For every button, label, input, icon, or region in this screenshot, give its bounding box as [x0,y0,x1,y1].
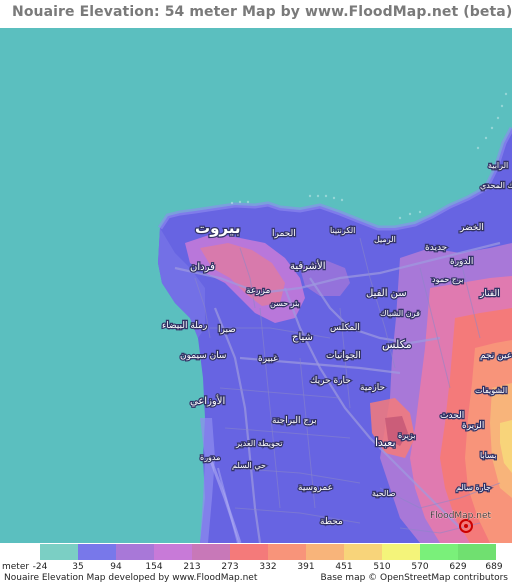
legend-swatch-7 [268,544,306,560]
label-haret-salem: جارة سالم [456,483,491,492]
label-ain-najm: عين نجم [480,351,512,361]
legend-tick: 391 [297,562,315,572]
legend-swatch-9 [344,544,382,560]
label-fanar: الفنار [479,289,500,299]
label-verdun: فردان [190,262,215,273]
page-title: Nouaire Elevation: 54 meter Map by www.F… [12,4,512,20]
legend-tick: 689 [485,562,503,572]
label-furn-chebbak: فرن الشباك [380,309,420,318]
label-madoura: مدورة [200,453,220,462]
label-hamra: الحمرا [272,229,296,239]
label-hay-sellom: حي السلم [232,461,266,470]
label-ramlet-baida: رملة البيضاء [162,321,207,331]
legend-tick: 213 [183,562,201,572]
label-zeira: الزيرة [462,421,484,431]
map-canvas[interactable]: بيروت فردان مزرعة الأشرفية سن الفيل الحم… [0,28,512,543]
legend-tick: -24 [32,562,48,572]
label-ghobeiry: غبيرة [258,354,278,364]
legend-swatch-3 [116,544,154,560]
label-hadath: الحدث [440,411,464,421]
label-hazmieh: حازمية [360,383,385,393]
map-watermark: FloodMap.net [430,511,491,521]
label-mazraa: مزرعة [246,286,271,296]
legend-swatches [40,544,496,560]
header: Nouaire Elevation: 54 meter Map by www.F… [0,0,512,28]
legend-unit: meter [2,562,30,572]
legend-tick: 510 [373,562,391,572]
label-bsaba: بسابا [480,451,496,460]
label-bzeira: بزيرة [398,431,415,440]
legend-swatch-2 [78,544,116,560]
label-jdeideh: جديدة [425,243,447,253]
legend-tick: 273 [221,562,239,572]
label-sin-el-fil: سن الفيل [366,288,407,299]
label-dik-el-mehdi: ديك المحدي [480,181,512,190]
legend-tick: 570 [411,562,429,572]
legend-tick: 629 [449,562,467,572]
label-mkalles-area: المكلس [330,323,360,333]
label-mahatta: محطة [320,517,343,527]
legend-swatch-12 [458,544,496,560]
label-mkalles: مكلس [382,338,412,351]
label-ashrafieh: الأشرفية [290,259,326,272]
legend-swatch-10 [382,544,420,560]
legend-swatch-6 [230,544,268,560]
label-amroussieh: عمروسية [298,483,333,493]
label-baabda: بعبدا [375,436,396,449]
label-khodr: الخضر [459,223,484,233]
label-chiyah: شياح [292,332,313,343]
legend-tick: 451 [335,562,353,572]
legend-tick: 94 [110,562,122,572]
label-sabra: صبرا [218,325,236,335]
label-choueifat: الشويفات [475,386,507,395]
label-rabieh: الرابية [488,161,508,170]
label-san-simon: سان سيمون [180,351,226,361]
legend-swatch-1 [40,544,78,560]
label-borj-barajneh: برج البراجنة [272,416,317,426]
label-salhieh: صالحية [372,489,396,498]
legend-swatch-11 [420,544,458,560]
elevation-map[interactable]: بيروت فردان مزرعة الأشرفية سن الفيل الحم… [0,28,512,543]
legend-tick: 332 [259,562,277,572]
label-quarantina: الكرنتينا [330,226,355,235]
label-beirut: بيروت [195,219,240,237]
label-dora: الدورة [450,257,473,267]
legend-swatch-8 [306,544,344,560]
label-jouaniat: الجوانيات [326,351,361,361]
legend-tick: 35 [72,562,84,572]
label-bir-hassan: بئر حسن [270,299,300,308]
label-haret-hreik: حارة حريك [310,376,351,386]
label-borj-hammoud: برج حمود [432,275,464,284]
label-tahwitat-ghadir: تحويطة الغدير [235,439,283,448]
label-rmeil: الرميل [374,235,396,244]
legend-swatch-4 [154,544,192,560]
legend-swatch-5 [192,544,230,560]
legend-tick: 154 [145,562,163,572]
label-ouzai: الأوزاعي [190,394,225,407]
elevation-legend: meter -24 35 94 154 213 273 332 391 451 … [0,543,512,583]
